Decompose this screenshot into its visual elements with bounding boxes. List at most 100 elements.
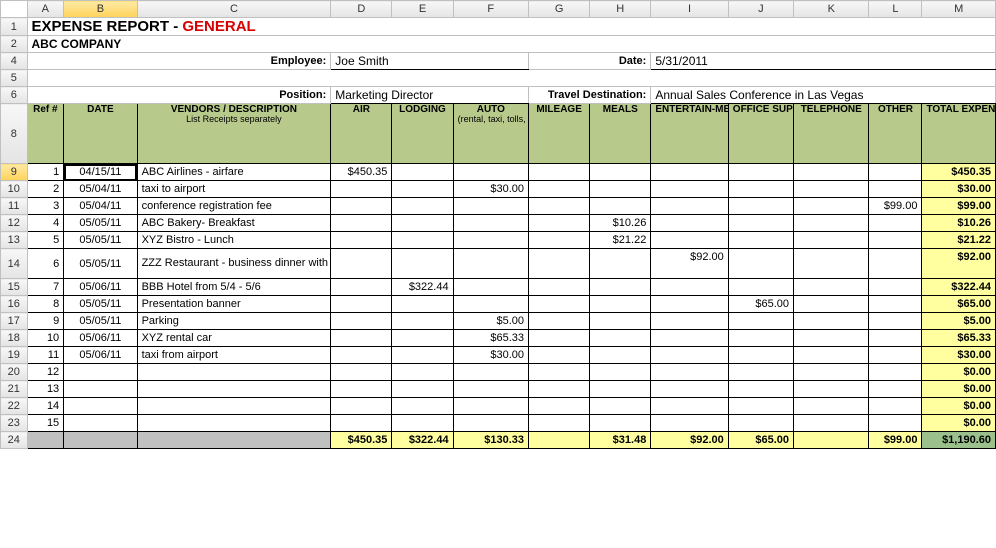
cell[interactable]: 15 — [27, 415, 64, 432]
cell[interactable]: 8 — [27, 296, 64, 313]
row-total[interactable]: $10.26 — [922, 215, 996, 232]
cell[interactable]: $92.00 — [651, 249, 728, 279]
col-total-entertain[interactable]: $92.00 — [651, 432, 728, 449]
col-head-D[interactable]: D — [331, 1, 392, 18]
cell[interactable]: 9 — [27, 313, 64, 330]
col-total-meals[interactable]: $31.48 — [590, 432, 651, 449]
row-head[interactable]: 6 — [1, 87, 28, 104]
col-total-office[interactable]: $65.00 — [728, 432, 793, 449]
col-head-L[interactable]: L — [869, 1, 922, 18]
cell[interactable] — [728, 164, 793, 181]
cell[interactable]: 7 — [27, 279, 64, 296]
row-total[interactable]: $5.00 — [922, 313, 996, 330]
cell[interactable]: $65.00 — [728, 296, 793, 313]
employee-label[interactable]: Employee: — [27, 53, 331, 70]
cell[interactable]: BBB Hotel from 5/4 - 5/6 — [137, 279, 331, 296]
cell[interactable]: 6 — [27, 249, 64, 279]
cell[interactable]: 2 — [27, 181, 64, 198]
spreadsheet-grid[interactable]: ABCDEFGHIJKLM 1 EXPENSE REPORT - GENERAL… — [0, 0, 996, 449]
col-head-M[interactable]: M — [922, 1, 996, 18]
position-value[interactable]: Marketing Director — [331, 87, 529, 104]
cell[interactable] — [794, 164, 869, 181]
cell[interactable]: 14 — [27, 398, 64, 415]
cell[interactable] — [529, 164, 590, 181]
row-total[interactable]: $65.33 — [922, 330, 996, 347]
cell[interactable]: 13 — [27, 381, 64, 398]
employee-value[interactable]: Joe Smith — [331, 53, 529, 70]
row-head[interactable]: 4 — [1, 53, 28, 70]
col-total-other[interactable]: $99.00 — [869, 432, 922, 449]
col-head-C[interactable]: C — [137, 1, 331, 18]
header-mileage[interactable]: MILEAGE — [529, 104, 590, 164]
row-head[interactable]: 21 — [1, 381, 28, 398]
cell[interactable]: 05/05/11 — [64, 249, 137, 279]
cell[interactable]: 05/05/11 — [64, 215, 137, 232]
cell[interactable]: ABC Bakery- Breakfast — [137, 215, 331, 232]
row-head[interactable]: 17 — [1, 313, 28, 330]
cell[interactable]: 4 — [27, 215, 64, 232]
row-total[interactable]: $322.44 — [922, 279, 996, 296]
header-office[interactable]: OFFICE SUPPLIES — [728, 104, 793, 164]
cell[interactable]: XYZ Bistro - Lunch — [137, 232, 331, 249]
row-head[interactable]: 22 — [1, 398, 28, 415]
cell[interactable]: 05/05/11 — [64, 232, 137, 249]
cell[interactable]: 05/04/11 — [64, 198, 137, 215]
active-cell[interactable]: 04/15/11 — [64, 164, 137, 181]
header-other[interactable]: OTHER — [869, 104, 922, 164]
row-total[interactable]: $30.00 — [922, 181, 996, 198]
cell[interactable] — [590, 164, 651, 181]
col-head-A[interactable]: A — [27, 1, 64, 18]
row-head[interactable]: 2 — [1, 36, 28, 53]
cell[interactable]: $65.33 — [453, 330, 528, 347]
row-head[interactable]: 20 — [1, 364, 28, 381]
row-total[interactable]: $450.35 — [922, 164, 996, 181]
col-total-lodging[interactable]: $322.44 — [392, 432, 453, 449]
cell[interactable]: taxi from airport — [137, 347, 331, 364]
cell[interactable]: Parking — [137, 313, 331, 330]
row-head[interactable]: 14 — [1, 249, 28, 279]
cell[interactable]: ABC Airlines - airfare — [137, 164, 331, 181]
destination-label[interactable]: Travel Destination: — [529, 87, 651, 104]
cell[interactable]: $30.00 — [453, 181, 528, 198]
row-head[interactable]: 1 — [1, 18, 28, 36]
cell[interactable]: XYZ rental car — [137, 330, 331, 347]
cell[interactable] — [27, 432, 64, 449]
row-head[interactable]: 11 — [1, 198, 28, 215]
row-head[interactable]: 9 — [1, 164, 28, 181]
cell[interactable]: 05/05/11 — [64, 313, 137, 330]
row-head[interactable]: 10 — [1, 181, 28, 198]
row-head[interactable]: 8 — [1, 104, 28, 164]
col-head-K[interactable]: K — [794, 1, 869, 18]
row-total[interactable]: $0.00 — [922, 381, 996, 398]
destination-value[interactable]: Annual Sales Conference in Las Vegas — [651, 87, 996, 104]
cell[interactable] — [137, 432, 331, 449]
header-auto[interactable]: AUTO (rental, taxi, tolls, and travel pa… — [453, 104, 528, 164]
cell[interactable]: 05/06/11 — [64, 330, 137, 347]
cell[interactable]: 10 — [27, 330, 64, 347]
row-head[interactable]: 13 — [1, 232, 28, 249]
cell[interactable]: 05/06/11 — [64, 279, 137, 296]
row-total[interactable]: $0.00 — [922, 398, 996, 415]
cell[interactable]: $30.00 — [453, 347, 528, 364]
header-meals[interactable]: MEALS — [590, 104, 651, 164]
header-telephone[interactable]: TELEPHONE — [794, 104, 869, 164]
col-head-G[interactable]: G — [529, 1, 590, 18]
cell[interactable] — [453, 164, 528, 181]
header-vendor[interactable]: VENDORS / DESCRIPTION List Receipts sepa… — [137, 104, 331, 164]
cell[interactable] — [651, 164, 728, 181]
col-total-telephone[interactable] — [794, 432, 869, 449]
cell[interactable]: ZZZ Restaurant - business dinner with cl… — [137, 249, 331, 279]
cell[interactable] — [64, 432, 137, 449]
cell[interactable] — [869, 164, 922, 181]
cell[interactable]: EXPENSE REPORT - GENERAL — [27, 18, 996, 36]
row-total[interactable]: $0.00 — [922, 415, 996, 432]
cell[interactable]: 1 — [27, 164, 64, 181]
date-value[interactable]: 5/31/2011 — [651, 53, 996, 70]
header-ref[interactable]: Ref # — [27, 104, 64, 164]
header-total[interactable]: TOTAL EXPENSE — [922, 104, 996, 164]
cell[interactable]: $5.00 — [453, 313, 528, 330]
cell[interactable]: 05/04/11 — [64, 181, 137, 198]
row-head[interactable]: 15 — [1, 279, 28, 296]
date-label[interactable]: Date: — [529, 53, 651, 70]
col-head-E[interactable]: E — [392, 1, 453, 18]
